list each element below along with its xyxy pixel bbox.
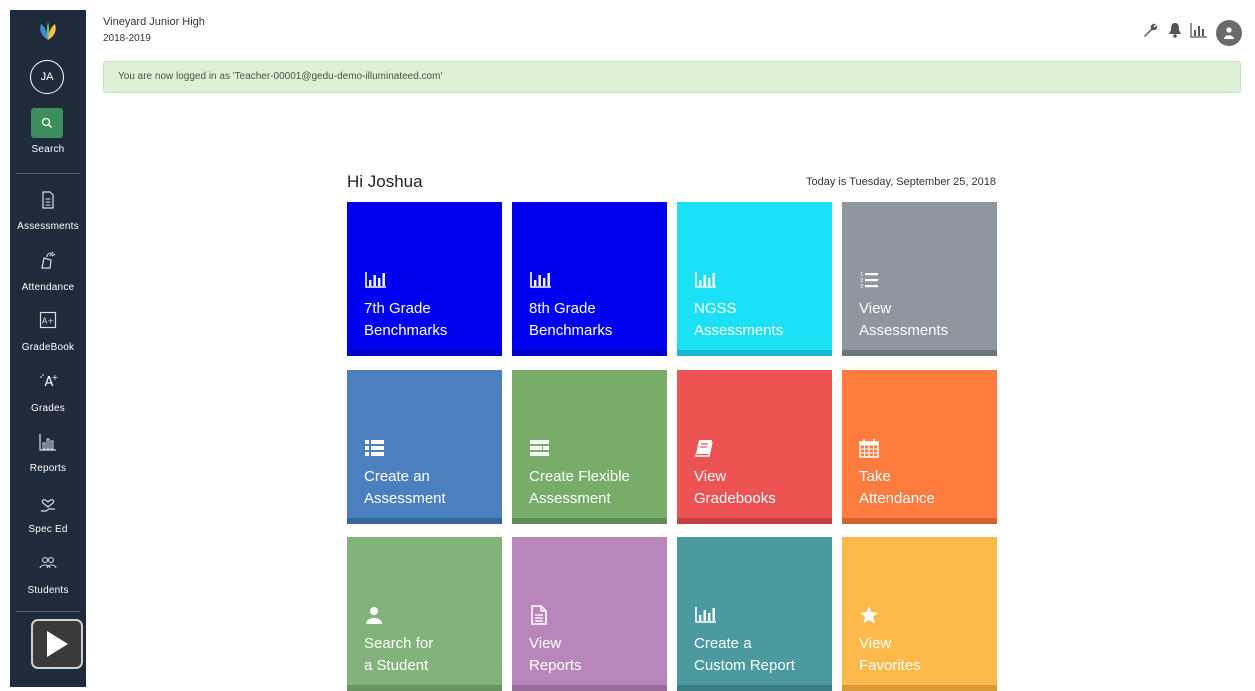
tile-bar	[512, 518, 667, 524]
profile-avatar[interactable]	[1216, 20, 1242, 46]
tile-bar	[347, 350, 502, 356]
tile-ngss-assessments[interactable]: NGSS Assessments	[677, 202, 832, 356]
tile-line2: a Student	[364, 657, 429, 674]
tile-view-assessments[interactable]: 123 View Assessments	[842, 202, 997, 356]
tile-bar	[842, 350, 997, 356]
numbered-list-icon: 123	[859, 270, 879, 290]
tile-8th-grade-benchmarks[interactable]: 8th Grade Benchmarks	[512, 202, 667, 356]
tile-bar	[677, 518, 832, 524]
tile-create-assessment[interactable]: Create an Assessment	[347, 370, 502, 524]
tile-line1: View	[529, 635, 562, 652]
tile-line2: Benchmarks	[364, 322, 448, 339]
today-date: Today is Tuesday, September 25, 2018	[806, 176, 996, 188]
sidebar-item-gradebook[interactable]: GradeBook	[10, 342, 86, 353]
tile-line2: Favorites	[859, 657, 921, 674]
svg-text:A+: A+	[42, 317, 54, 326]
greeting: Hi Joshua	[347, 172, 423, 191]
tile-bar	[512, 685, 667, 691]
bar-chart-icon[interactable]	[1189, 21, 1209, 43]
svg-text:+: +	[52, 373, 58, 382]
tile-bar	[347, 518, 502, 524]
sidebar-item-reports[interactable]: Reports	[10, 463, 86, 474]
tile-bar	[677, 685, 832, 691]
tile-line2: Assessments	[694, 322, 784, 339]
grades-icon[interactable]: A +	[38, 371, 58, 391]
tile-view-favorites[interactable]: View Favorites	[842, 537, 997, 691]
calendar-icon	[859, 438, 879, 458]
sidebar-divider	[16, 173, 80, 174]
sidebar: JA Search Assessments Attendance A+ Grad…	[10, 10, 86, 687]
play-button[interactable]	[31, 619, 83, 669]
svg-text:3: 3	[860, 284, 863, 290]
tile-take-attendance[interactable]: Take Attendance	[842, 370, 997, 524]
tile-create-custom-report[interactable]: Create a Custom Report	[677, 537, 832, 691]
user-icon	[364, 605, 384, 625]
bell-icon[interactable]	[1167, 21, 1183, 43]
sidebar-item-attendance[interactable]: Attendance	[10, 282, 86, 293]
bar-chart-icon	[364, 270, 386, 290]
reports-icon[interactable]	[38, 432, 58, 452]
tile-line2: Attendance	[859, 490, 935, 507]
tile-line1: View	[859, 300, 892, 317]
sidebar-item-students[interactable]: Students	[10, 585, 86, 596]
attendance-icon[interactable]	[38, 250, 58, 270]
tile-line1: Create a	[694, 635, 752, 652]
document-icon[interactable]	[38, 190, 58, 210]
user-avatar[interactable]: JA	[30, 60, 64, 94]
flexible-list-icon	[529, 438, 549, 458]
tile-view-gradebooks[interactable]: View Gradebooks	[677, 370, 832, 524]
tile-create-flexible-assessment[interactable]: Create Flexible Assessment	[512, 370, 667, 524]
tile-line1: Create an	[364, 468, 430, 485]
star-icon	[859, 605, 879, 625]
tile-line2: Custom Report	[694, 657, 795, 674]
tile-view-reports[interactable]: View Reports	[512, 537, 667, 691]
wrench-icon[interactable]	[1142, 21, 1160, 43]
profile-icon	[1224, 27, 1234, 39]
tile-line1: Search for	[364, 635, 434, 652]
tile-bar	[512, 350, 667, 356]
tile-7th-grade-benchmarks[interactable]: 7th Grade Benchmarks	[347, 202, 502, 356]
tile-bar	[842, 685, 997, 691]
tile-bar	[677, 350, 832, 356]
tile-line1: Create Flexible	[529, 468, 630, 485]
tile-line1: 8th Grade	[529, 300, 596, 317]
tile-line1: Take	[859, 468, 891, 485]
school-year: 2018-2019	[103, 33, 151, 44]
tile-line1: View	[694, 468, 727, 485]
search-button[interactable]	[31, 108, 63, 138]
tile-line2: Gradebooks	[694, 490, 776, 507]
top-strip	[0, 0, 1255, 10]
students-icon[interactable]	[38, 553, 58, 573]
sidebar-divider	[16, 611, 80, 612]
gradebook-icon[interactable]: A+	[38, 310, 58, 330]
tile-line2: Benchmarks	[529, 322, 613, 339]
login-alert: You are now logged in as 'Teacher-00001@…	[103, 61, 1241, 93]
tile-bar	[347, 685, 502, 691]
tile-line1: View	[859, 635, 892, 652]
tile-line1: NGSS	[694, 300, 737, 317]
bar-chart-icon	[694, 605, 716, 625]
app-logo-icon[interactable]	[37, 20, 59, 42]
sidebar-item-grades[interactable]: Grades	[10, 403, 86, 414]
school-name: Vineyard Junior High	[103, 16, 205, 28]
search-label[interactable]: Search	[10, 144, 86, 155]
bar-chart-icon	[529, 270, 551, 290]
tile-line2: Assessment	[529, 490, 611, 507]
tile-bar	[842, 518, 997, 524]
tile-line1: 7th Grade	[364, 300, 431, 317]
list-icon	[364, 438, 384, 458]
tile-line2: Assessment	[364, 490, 446, 507]
sidebar-item-assessments[interactable]: Assessments	[10, 221, 86, 232]
sidebar-item-spec-ed[interactable]: Spec Ed	[10, 524, 86, 535]
tile-line2: Reports	[529, 657, 582, 674]
document-icon	[529, 605, 549, 625]
tile-search-student[interactable]: Search for a Student	[347, 537, 502, 691]
play-icon	[47, 631, 68, 657]
search-icon	[41, 117, 52, 128]
tile-line2: Assessments	[859, 322, 949, 339]
book-icon	[694, 438, 714, 458]
bar-chart-icon	[694, 270, 716, 290]
spec-ed-icon[interactable]	[38, 493, 58, 513]
